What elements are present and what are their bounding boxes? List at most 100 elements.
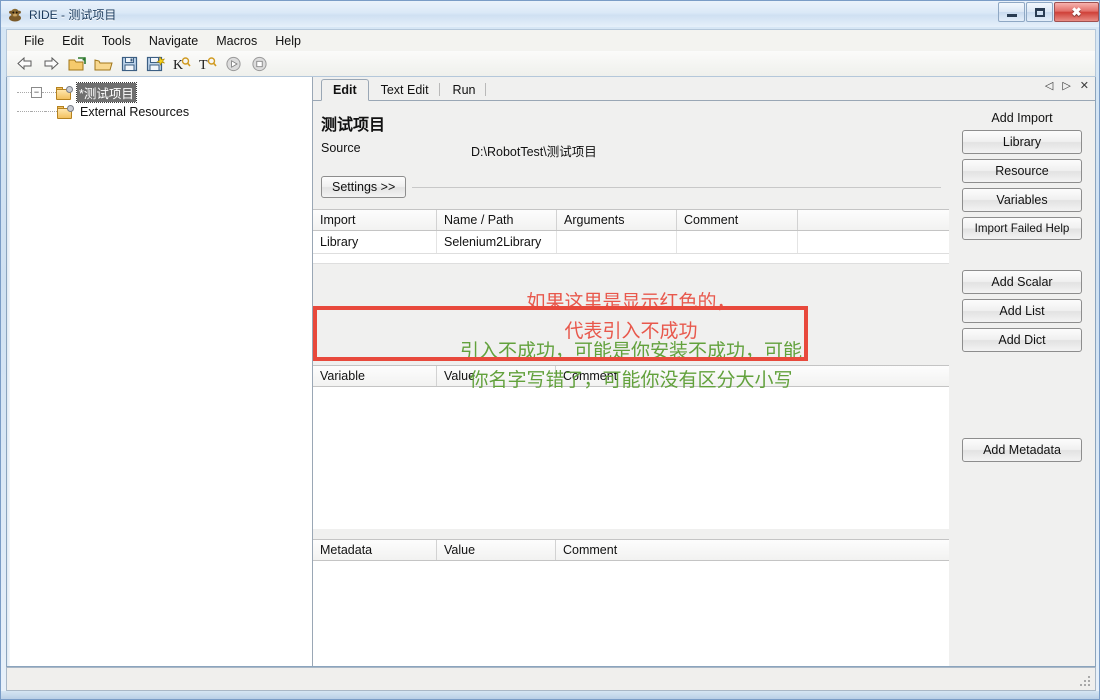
maximize-icon [1034,7,1045,17]
tab-text-edit[interactable]: Text Edit [369,78,441,100]
search-keyword-icon[interactable]: K [169,53,193,75]
metadata-grid: Metadata Value Comment [313,539,949,666]
import-grid: Import Name / Path Arguments Comment Lib… [313,209,949,264]
settings-divider [412,186,941,188]
tree-guide-line [45,111,57,112]
forward-arrow-icon[interactable] [39,53,63,75]
menu-help[interactable]: Help [266,32,310,50]
maximize-button[interactable] [1026,2,1053,22]
import-grid-col-arguments: Arguments [557,210,677,230]
tab-divider [438,83,440,96]
back-arrow-icon[interactable] [13,53,37,75]
import-grid-col-import: Import [313,210,437,230]
tool-bar: K T [6,51,1096,77]
import-failed-help-button[interactable]: Import Failed Help [962,217,1082,240]
tab-run[interactable]: Run [441,78,488,100]
add-resource-button[interactable]: Resource [962,159,1082,183]
menu-navigate[interactable]: Navigate [140,32,207,50]
menu-tools[interactable]: Tools [93,32,140,50]
window-bottom-edge [1,691,1099,699]
annotation-green-text: 引入不成功，可能是你安装不成功，可能 你名字写错了，可能你没有区分大小写 [459,340,802,391]
save-icon[interactable] [117,53,141,75]
import-cell-arguments[interactable] [557,231,677,253]
minimize-button[interactable] [998,2,1025,22]
editor-tab-strip: Edit Text Edit Run ◁ ▷ ✕ [313,77,1095,101]
menu-bar: File Edit Tools Navigate Macros Help [6,29,1096,51]
robot-icon [7,6,23,22]
tab-prev-icon[interactable]: ◁ [1045,81,1053,92]
import-cell-type[interactable]: Library [313,231,437,253]
project-folder-icon [56,85,73,100]
source-row: Source D:\RobotTest\测试项目 [313,135,949,160]
import-cell-comment[interactable] [677,231,798,253]
tree-node-project-label[interactable]: *测试项目 [76,82,137,103]
variable-grid-body[interactable] [313,387,949,529]
import-grid-header: Import Name / Path Arguments Comment [313,209,949,231]
tab-edit[interactable]: Edit [321,79,369,101]
menu-macros[interactable]: Macros [207,32,266,50]
add-variables-button[interactable]: Variables [962,188,1082,212]
add-import-title: Add Import [991,111,1053,125]
table-row[interactable]: Library Selenium2Library [313,231,949,254]
metadata-grid-col-value: Value [437,540,556,560]
run-icon[interactable] [221,53,245,75]
tree-node-external-resources-label[interactable]: External Resources [78,105,191,119]
window-controls: ✖ [998,2,1099,22]
actions-sidebar: Add Import Library Resource Variables Im… [949,101,1095,666]
add-dict-button[interactable]: Add Dict [962,328,1082,352]
metadata-grid-col-metadata: Metadata [313,540,437,560]
import-grid-col-comment: Comment [677,210,798,230]
application-window: RIDE - 测试项目 ✖ File Edit Tools Navigate M… [0,0,1100,700]
editor-content: 测试项目 Source D:\RobotTest\测试项目 Settings >… [313,101,1095,666]
resize-grip[interactable] [1080,676,1092,688]
settings-toggle-row: Settings >> [321,176,949,198]
menu-file[interactable]: File [15,32,53,50]
tree-row-project[interactable]: − *测试项目 [7,82,312,103]
tab-text-edit-label: Text Edit [380,82,429,97]
settings-form-area: 测试项目 Source D:\RobotTest\测试项目 Settings >… [313,101,949,666]
add-list-button[interactable]: Add List [962,299,1082,323]
import-grid-col-extra [798,210,949,230]
menu-edit[interactable]: Edit [53,32,93,50]
add-metadata-button[interactable]: Add Metadata [962,438,1082,462]
status-text [7,671,19,679]
stop-icon[interactable] [247,53,271,75]
source-value: D:\RobotTest\测试项目 [471,145,597,159]
metadata-grid-col-comment: Comment [563,543,618,557]
close-button[interactable]: ✖ [1054,2,1099,22]
window-title: RIDE - 测试项目 [29,7,117,22]
import-grid-col-name-path: Name / Path [437,210,557,230]
open-directory-icon[interactable] [65,53,89,75]
tab-close-icon[interactable]: ✕ [1080,81,1089,92]
open-file-icon[interactable] [91,53,115,75]
metadata-grid-header: Metadata Value Comment [313,539,949,561]
add-library-button[interactable]: Library [962,130,1082,154]
project-tree-panel: − *测试项目 External Resources [7,77,313,666]
tab-next-icon[interactable]: ▷ [1062,81,1070,92]
add-scalar-button[interactable]: Add Scalar [962,270,1082,294]
tab-navigation: ◁ ▷ ✕ [1045,81,1089,92]
settings-toggle-button[interactable]: Settings >> [321,176,407,198]
import-grid-blank-row[interactable] [313,254,949,264]
svg-text:K: K [173,58,183,72]
tab-run-label: Run [452,82,476,97]
tree-guide-line [31,111,45,112]
svg-text:T: T [199,58,208,72]
close-icon: ✖ [1071,5,1082,19]
tree-collapse-toggle[interactable]: − [31,87,42,98]
import-cell-extra[interactable] [798,231,949,253]
search-tests-icon[interactable]: T [195,53,219,75]
save-all-icon[interactable] [143,53,167,75]
tree-row-external-resources[interactable]: External Resources [7,102,312,121]
tree-guide-line [17,111,31,112]
import-cell-name[interactable]: Selenium2Library [437,231,557,253]
editor-panel: Edit Text Edit Run ◁ ▷ ✕ 测试项目 Source D:\… [313,77,1095,666]
minimize-icon [1006,13,1017,17]
external-resources-folder-icon [57,104,74,119]
page-title: 测试项目 [321,117,386,134]
status-bar [6,667,1096,691]
tree-guide-line [17,92,31,93]
metadata-grid-body[interactable] [313,561,949,666]
title-bar: RIDE - 测试项目 ✖ [1,1,1099,27]
